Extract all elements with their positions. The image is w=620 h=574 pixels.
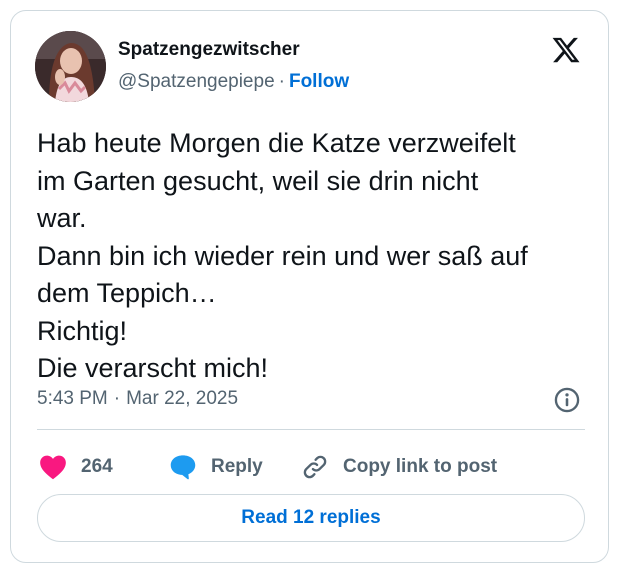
timestamp-separator: · — [113, 388, 121, 409]
post-line: Die verarscht mich! — [37, 353, 269, 383]
read-replies-button[interactable]: Read 12 replies — [37, 494, 585, 542]
speech-bubble-icon — [170, 455, 196, 480]
info-icon[interactable] — [553, 386, 581, 414]
link-icon — [303, 455, 327, 479]
post-date: Mar 22, 2025 — [126, 388, 239, 409]
post-time: 5:43 PM — [37, 388, 108, 409]
divider — [37, 429, 585, 430]
copy-link-button[interactable]: Copy link to post — [301, 445, 497, 489]
post-line: Hab heute Morgen die Katze verzweifelt — [37, 128, 516, 158]
avatar-image — [35, 31, 106, 102]
post-line: Dann bin ich wieder rein und wer saß auf — [37, 240, 528, 271]
post-line: war. — [37, 203, 87, 233]
post-line: dem Teppich… — [37, 278, 217, 308]
like-count: 264 — [81, 456, 113, 477]
reply-label: Reply — [211, 456, 263, 477]
post-timestamp[interactable]: 5:43 PM · Mar 22, 2025 — [37, 388, 238, 410]
heart-icon — [40, 455, 66, 480]
author-handle-row: @Spatzengepiepe · Follow — [118, 71, 349, 93]
post-text: Hab heute Morgen die Katze verzweifelt i… — [37, 125, 597, 388]
like-button[interactable]: 264 — [39, 445, 113, 489]
action-bar: 264 Reply Copy link to post — [37, 445, 585, 489]
post-card: Spatzengezwitscher @Spatzengepiepe · Follo… — [10, 10, 609, 563]
reply-button[interactable]: Reply — [169, 445, 263, 489]
handle-separator: · — [278, 71, 285, 92]
avatar[interactable] — [35, 31, 106, 102]
author-handle[interactable]: @Spatzengepiepe — [118, 71, 275, 92]
follow-button[interactable]: Follow — [289, 71, 349, 92]
post-line: Richtig! — [37, 315, 128, 346]
copy-link-label: Copy link to post — [343, 456, 498, 477]
x-logo-icon[interactable] — [550, 35, 582, 65]
post-line: im Garten gesucht, weil sie drin nicht — [37, 165, 479, 196]
author-display-name[interactable]: Spatzengezwitscher — [118, 39, 300, 61]
